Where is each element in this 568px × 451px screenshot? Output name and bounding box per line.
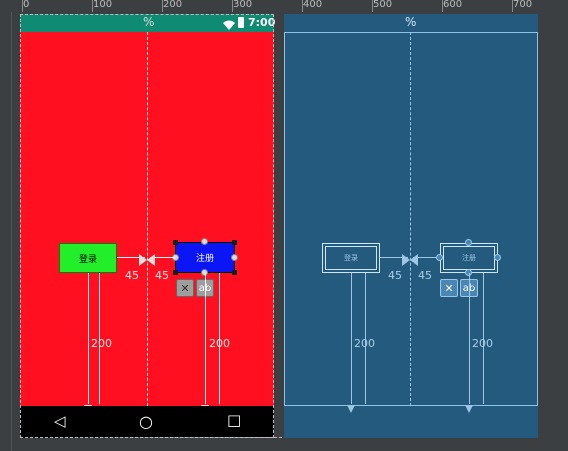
blueprint-top-anchor-handle[interactable] (465, 239, 472, 246)
blueprint-clear-constraints-button[interactable]: ✕ (440, 279, 458, 297)
blueprint-guideline-anchor-icon[interactable] (402, 251, 418, 266)
blueprint-vertical-guideline[interactable] (410, 32, 411, 406)
horizontal-ruler: 0 100 200 300 400 500 600 700 (0, 0, 568, 12)
blueprint-margin-label-bottom-right: 200 (472, 337, 493, 350)
blueprint-register-inner (443, 246, 495, 270)
blueprint-login-button[interactable]: 登录 (322, 243, 380, 273)
vertical-ruler (0, 12, 12, 451)
blueprint-margin-label-right: 45 (418, 269, 432, 282)
blueprint-constraint-bottom-register (469, 273, 470, 404)
device-bounds (20, 14, 292, 438)
arrow-down-icon (347, 398, 355, 413)
blueprint-frame (284, 32, 538, 406)
blueprint-margin-label-left: 45 (388, 269, 402, 282)
ruler-label-200: 200 (163, 0, 183, 10)
blueprint-percent-marker[interactable]: % (405, 15, 416, 29)
blueprint-login-inner (325, 246, 377, 270)
blueprint-constraint-bottom-login (351, 273, 352, 404)
arrow-down-icon (465, 398, 473, 413)
vertical-ruler-edge (0, 12, 12, 451)
ruler-label-100: 100 (93, 0, 113, 10)
blueprint-margin-label-bottom-left: 200 (354, 337, 375, 350)
blueprint-right-anchor-handle[interactable] (494, 254, 501, 261)
ruler-label-700: 700 (513, 0, 533, 10)
ruler-label-500: 500 (373, 0, 393, 10)
ruler-label-600: 600 (443, 0, 463, 10)
blueprint-left-anchor-handle[interactable] (436, 254, 443, 261)
blueprint-clear-constraints-icon: ✕ (444, 281, 454, 295)
ruler-label-300: 300 (233, 0, 253, 10)
ruler-label-0: 0 (23, 0, 30, 10)
ruler-label-400: 400 (303, 0, 323, 10)
